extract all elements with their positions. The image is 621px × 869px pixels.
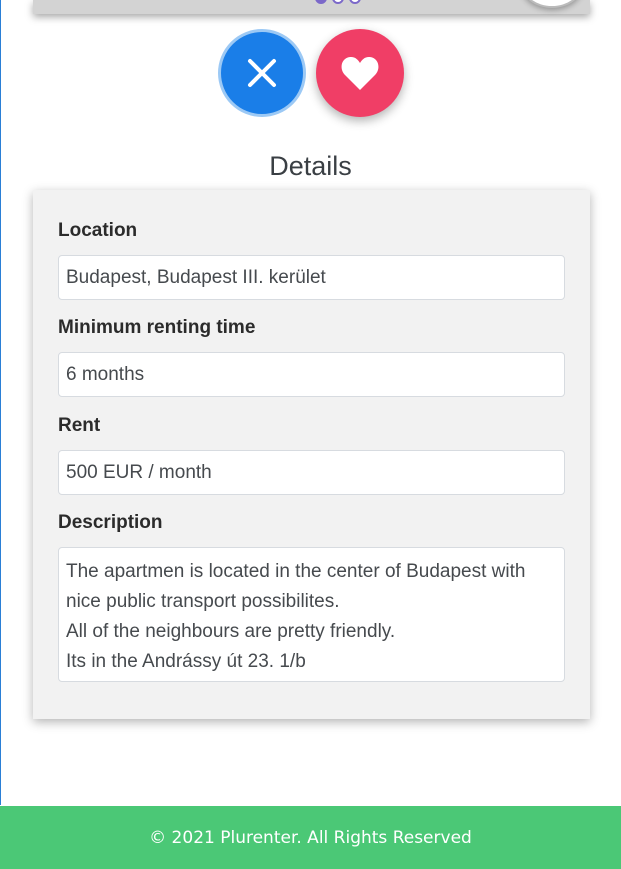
listing-card[interactable]: [33, 0, 590, 14]
description-field[interactable]: The apartmen is located in the center of…: [58, 547, 565, 682]
footer: © 2021 Plurenter. All Rights Reserved: [0, 806, 621, 869]
like-button[interactable]: [316, 29, 404, 117]
carousel-dot[interactable]: [332, 0, 344, 4]
carousel-dot[interactable]: [349, 0, 361, 4]
min-renting-time-field[interactable]: 6 months: [58, 352, 565, 397]
rent-field[interactable]: 500 EUR / month: [58, 450, 565, 495]
page: Details Location Budapest, Budapest III.…: [0, 0, 621, 869]
description-line: The apartmen is located in the center of…: [66, 561, 526, 582]
page-left-border: [0, 0, 1, 805]
description-line: All of the neighbours are pretty friendl…: [66, 621, 396, 642]
location-field[interactable]: Budapest, Budapest III. kerület: [58, 255, 565, 300]
rent-label: Rent: [58, 415, 101, 436]
details-heading: Details: [269, 151, 352, 181]
location-value: Budapest, Budapest III. kerület: [66, 266, 326, 288]
carousel-dot[interactable]: [315, 0, 327, 4]
carousel-indicators: [315, 0, 361, 4]
dislike-button[interactable]: [218, 29, 306, 117]
details-card: Location Budapest, Budapest III. kerület…: [33, 190, 590, 719]
location-label: Location: [58, 220, 138, 241]
footer-copyright: © 2021 Plurenter. All Rights Reserved: [149, 827, 472, 848]
min-renting-time-value: 6 months: [66, 363, 145, 385]
description-label: Description: [58, 512, 163, 533]
min-renting-time-label: Minimum renting time: [58, 317, 256, 338]
rent-value: 500 EUR / month: [66, 461, 212, 483]
description-line: nice public transport possibilites.: [66, 591, 340, 612]
close-icon: [248, 59, 276, 87]
description-line: Its in the Andrássy út 23. 1/b: [66, 651, 306, 672]
heart-icon: [341, 56, 379, 90]
